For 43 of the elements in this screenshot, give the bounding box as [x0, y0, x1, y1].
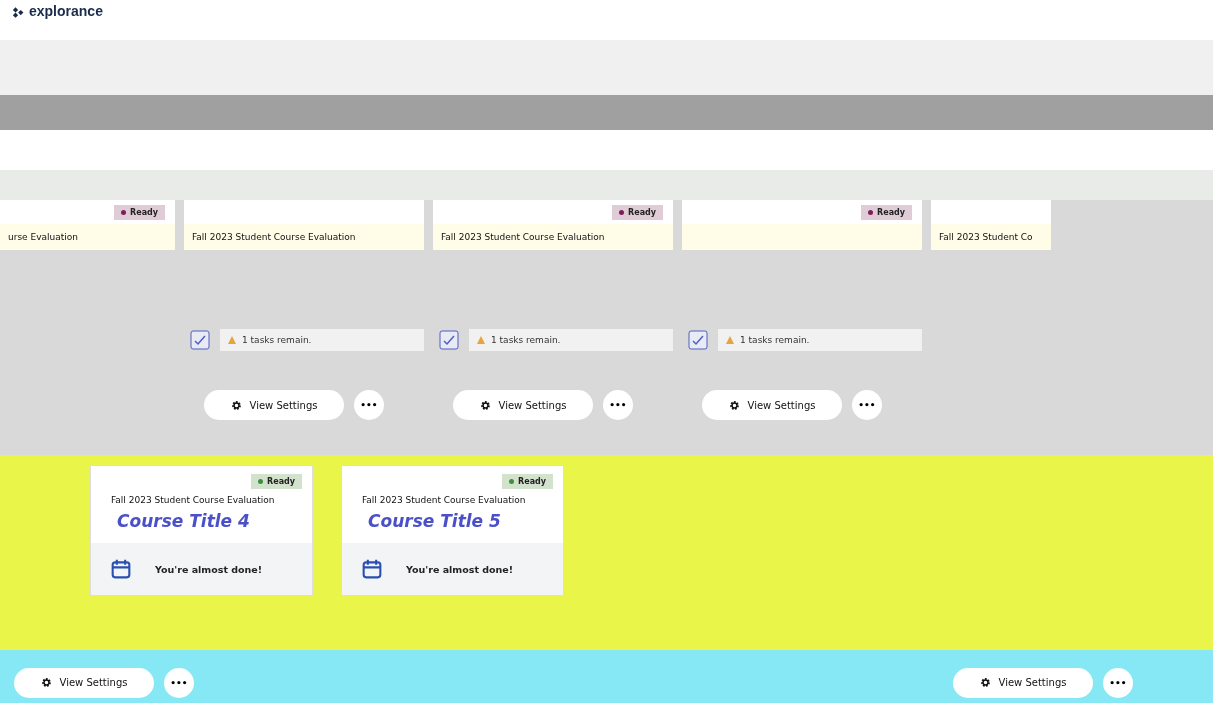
checklist-icon — [688, 330, 708, 350]
more-button[interactable]: ••• — [164, 667, 194, 698]
logo-icon — [12, 7, 26, 18]
survey-name: urse Evaluation — [8, 232, 78, 242]
more-button[interactable]: ••• — [354, 390, 384, 420]
more-button[interactable]: ••• — [603, 390, 633, 420]
status-badge: Ready — [612, 204, 663, 220]
status-badge: Ready — [251, 474, 302, 489]
more-button[interactable]: ••• — [1103, 667, 1133, 698]
calendar-icon — [111, 559, 131, 579]
logo-text: explorance — [29, 4, 103, 18]
settings-icon — [479, 399, 491, 411]
progress-message: You're almost done! — [155, 563, 263, 575]
course-title[interactable]: Course Title 4 — [111, 511, 302, 531]
checklist-icon — [190, 330, 210, 350]
calendar-icon — [362, 559, 382, 579]
status-badge: Ready — [861, 204, 912, 220]
status-badge: Ready — [502, 474, 553, 489]
survey-name: Fall 2023 Student Course Evaluation — [441, 232, 605, 242]
checklist-icon — [439, 330, 459, 350]
warning-icon — [726, 336, 734, 344]
survey-name: Fall 2023 Student Co — [939, 232, 1033, 242]
settings-icon — [979, 677, 991, 688]
status-badge: Ready — [114, 204, 165, 220]
view-settings-button[interactable]: View Settings — [702, 390, 842, 420]
task-text: 1 tasks remain. — [740, 335, 810, 345]
view-settings-button[interactable]: View Settings — [453, 390, 593, 420]
view-settings-button[interactable]: View Settings — [14, 667, 154, 698]
more-button[interactable]: ••• — [852, 390, 882, 420]
settings-icon — [728, 399, 740, 411]
warning-icon — [477, 336, 485, 344]
survey-name: Fall 2023 Student Course Evaluation — [362, 495, 527, 505]
task-text: 1 tasks remain. — [491, 335, 561, 345]
warning-icon — [228, 336, 236, 344]
course-title[interactable]: Course Title 5 — [362, 511, 553, 531]
survey-name: Fall 2023 Student Course Evaluation — [192, 232, 356, 242]
progress-message: You're almost done! — [406, 563, 514, 575]
settings-icon — [230, 399, 242, 411]
task-text: 1 tasks remain. — [242, 335, 312, 345]
view-settings-button[interactable]: View Settings — [204, 390, 344, 420]
survey-name: Fall 2023 Student Course Evaluation — [111, 495, 276, 505]
view-settings-button[interactable]: View Settings — [953, 667, 1093, 698]
settings-icon — [40, 677, 52, 688]
